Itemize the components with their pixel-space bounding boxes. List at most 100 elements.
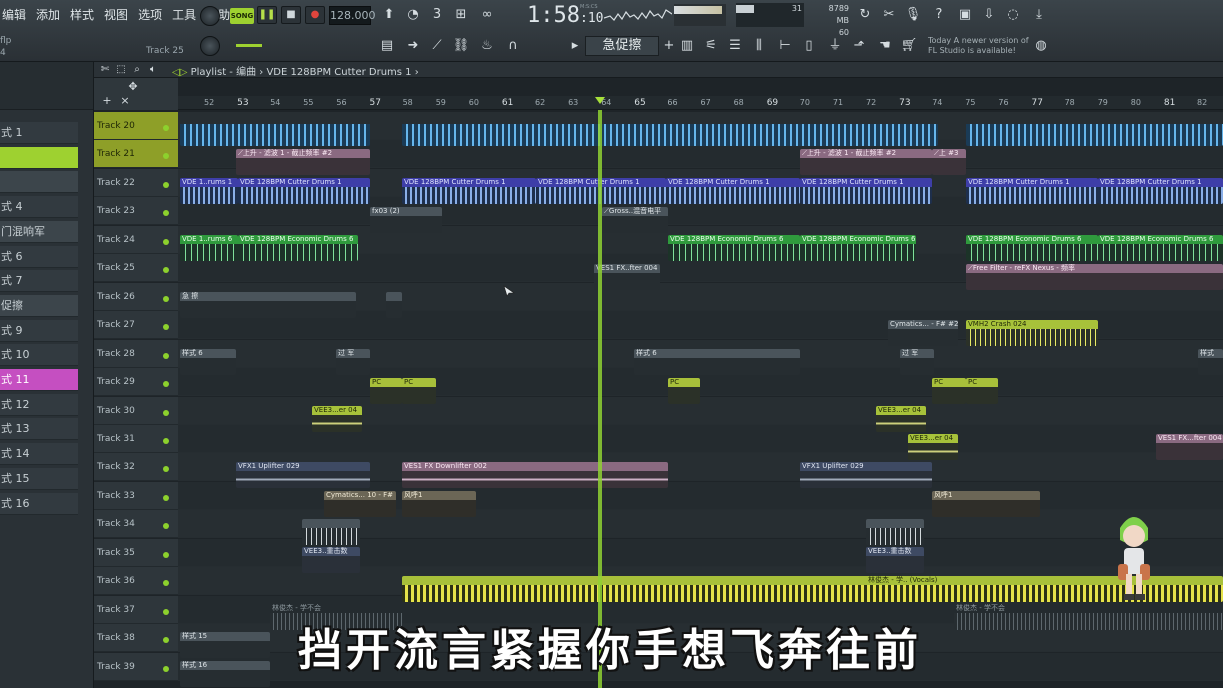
menu-add[interactable]: 添加: [36, 6, 60, 23]
playlist-clip[interactable]: [180, 120, 370, 146]
track-header[interactable]: Track 30: [94, 396, 178, 425]
playlist-clip[interactable]: VDE 128BPM Cutter Drums 1: [1098, 178, 1223, 204]
playlist-clip[interactable]: VDE 1..rums 6: [180, 235, 238, 261]
playlist-clip[interactable]: ⟋上升 - 滤波 1 - 截止频率 #2: [800, 149, 932, 175]
track-mute-led-icon[interactable]: [163, 210, 169, 217]
plugin-icon[interactable]: ▯: [800, 37, 818, 55]
playlist-clip[interactable]: VDE 128BPM Economic Drums 6: [800, 235, 916, 261]
playlist-clip[interactable]: VDE 128BPM Cutter Drums 1: [238, 178, 370, 204]
playlist-clip[interactable]: 林俊杰 - 学不会: [954, 604, 1223, 630]
speaker-icon[interactable]: 🔈︎: [144, 61, 162, 79]
pattern-list-item[interactable]: [0, 146, 78, 169]
track-mute-led-icon[interactable]: [163, 381, 169, 388]
track-mute-led-icon[interactable]: [163, 153, 169, 160]
track-header[interactable]: Track 29: [94, 368, 178, 397]
playlist-clip[interactable]: PC: [932, 378, 966, 404]
track-header[interactable]: Track 34: [94, 510, 178, 539]
arrow-right-icon[interactable]: ➜: [404, 37, 422, 55]
playlist-clip[interactable]: VMH2 Crash 024: [966, 320, 1098, 346]
playlist-clip[interactable]: VES1 FX Downlifter 002: [402, 462, 668, 488]
link-icon[interactable]: ⛓: [452, 37, 470, 55]
menu-patterns[interactable]: 样式: [70, 6, 94, 23]
playlist-icon[interactable]: ▥: [678, 37, 696, 55]
playlist-clip[interactable]: 过 军: [900, 349, 934, 375]
playlist-clip[interactable]: fx03 (2): [370, 207, 442, 233]
chat-icon[interactable]: ◌: [1004, 6, 1022, 24]
cut-icon[interactable]: ✂: [880, 6, 898, 24]
track-header[interactable]: Track 37: [94, 595, 178, 624]
plug-icon[interactable]: ⏚: [826, 37, 844, 55]
playlist-clip[interactable]: VDE 128BPM Economic Drums 6: [966, 235, 1098, 261]
track-mute-led-icon[interactable]: [163, 665, 169, 672]
piano-icon[interactable]: ▤: [378, 37, 396, 55]
playlist-clip[interactable]: ⟋上升 - 滤波 1 - 截止频率 #2: [236, 149, 370, 175]
pattern-list-item[interactable]: 式 4: [0, 196, 78, 219]
playlist-clip[interactable]: 样式: [1198, 349, 1223, 375]
piano-roll-icon[interactable]: ⚟: [702, 37, 720, 55]
menu-view[interactable]: 视图: [104, 6, 128, 23]
touch-icon[interactable]: ☚: [876, 37, 894, 55]
snap-icon[interactable]: ∩: [504, 37, 522, 55]
pattern-list-item[interactable]: 式 14: [0, 443, 78, 466]
playlist-clip[interactable]: 样式 15: [180, 632, 270, 658]
track-mute-led-icon[interactable]: [163, 551, 169, 558]
pattern-list-item[interactable]: 门混响军: [0, 220, 78, 243]
pattern-list-item[interactable]: 式 13: [0, 418, 78, 441]
playlist-clip[interactable]: VFX1 Uplifter 029: [800, 462, 932, 488]
playlist-clip[interactable]: VDE 128BPM Economic Drums 6: [668, 235, 800, 261]
playlist-clip[interactable]: 样式 6: [634, 349, 800, 375]
track-mute-led-icon[interactable]: [163, 637, 169, 644]
download-icon[interactable]: ⤓: [1030, 6, 1048, 24]
playlist-clip[interactable]: VDE 128BPM Cutter Drums 1: [402, 178, 536, 204]
track-mute-led-icon[interactable]: [163, 523, 169, 530]
playlist-clip[interactable]: VES1 FX..fter 004: [594, 264, 660, 290]
stop-button[interactable]: ■: [281, 6, 301, 24]
song-mode-button[interactable]: SONG: [230, 8, 254, 24]
playlist-clip[interactable]: 样式 6: [180, 349, 236, 375]
mixer-icon[interactable]: ⫼: [750, 37, 768, 55]
pattern-list-item[interactable]: 式 9: [0, 319, 78, 342]
playlist-clip[interactable]: [402, 120, 938, 146]
playlist-clip[interactable]: 样式 16: [180, 661, 270, 687]
track-mute-led-icon[interactable]: [163, 267, 169, 274]
playlist-clip[interactable]: ⟋Gross..混音电平: [602, 207, 668, 233]
playlist-clip[interactable]: [966, 120, 1223, 146]
pattern-list-item[interactable]: 式 7: [0, 270, 78, 293]
playlist-clip[interactable]: VDE 128BPM Economic Drums 6: [238, 235, 358, 261]
track-mute-led-icon[interactable]: [163, 324, 169, 331]
master-slider[interactable]: [236, 44, 262, 47]
playlist-clip[interactable]: 林俊杰 - 学.. (Vocals): [402, 576, 1223, 602]
track-mute-led-icon[interactable]: [163, 466, 169, 473]
playlist-clip[interactable]: VDE 1..rums 1: [180, 178, 238, 204]
track-mute-led-icon[interactable]: [163, 295, 169, 302]
playlist-clip[interactable]: 风呼1: [402, 491, 476, 517]
playlist-clip[interactable]: PC: [668, 378, 700, 404]
playlist-clip[interactable]: PC: [966, 378, 998, 404]
playlist-clip[interactable]: [866, 519, 924, 545]
track-mute-led-icon[interactable]: [163, 125, 169, 131]
menu-edit[interactable]: 编辑: [2, 6, 26, 23]
track-header[interactable]: Track 23: [94, 197, 178, 226]
playlist-clip[interactable]: VEE3...er 04: [908, 434, 958, 460]
playlist-clip[interactable]: VDE 128BPM Cutter Drums 1: [666, 178, 800, 204]
playlist-clip[interactable]: ⟋Free Filter - reFX Nexus - 频率: [966, 264, 1223, 290]
blend-notes-icon[interactable]: ⊞: [452, 6, 470, 24]
playhead-marker-icon[interactable]: [595, 97, 605, 104]
track-header[interactable]: Track 39: [94, 652, 178, 681]
pattern-list-item[interactable]: 式 12: [0, 393, 78, 416]
track-header[interactable]: Track 21: [94, 140, 178, 169]
track-header[interactable]: Track 26: [94, 282, 178, 311]
export-icon[interactable]: ⇩: [980, 6, 998, 24]
metronome-icon[interactable]: ⬆: [380, 6, 398, 24]
pattern-list-item[interactable]: 式 16: [0, 492, 78, 515]
record-button[interactable]: ●: [305, 6, 325, 24]
undo-icon[interactable]: ↻: [856, 6, 874, 24]
track-header[interactable]: Track 35: [94, 538, 178, 567]
tempo-tap-icon[interactable]: ⬏: [850, 37, 868, 55]
cart-icon[interactable]: 🛒︎: [900, 37, 918, 55]
playlist-clip[interactable]: 急 擦: [180, 292, 356, 318]
track-header[interactable]: Track 24: [94, 225, 178, 254]
track-mute-led-icon[interactable]: [163, 409, 169, 416]
add-pattern-icon[interactable]: +: [660, 37, 678, 55]
timeline-ruler[interactable]: 52 53 54 55 56 57 58 59 60 61 62 63 64 65 66 67 68 69 70 71…: [178, 96, 1223, 110]
